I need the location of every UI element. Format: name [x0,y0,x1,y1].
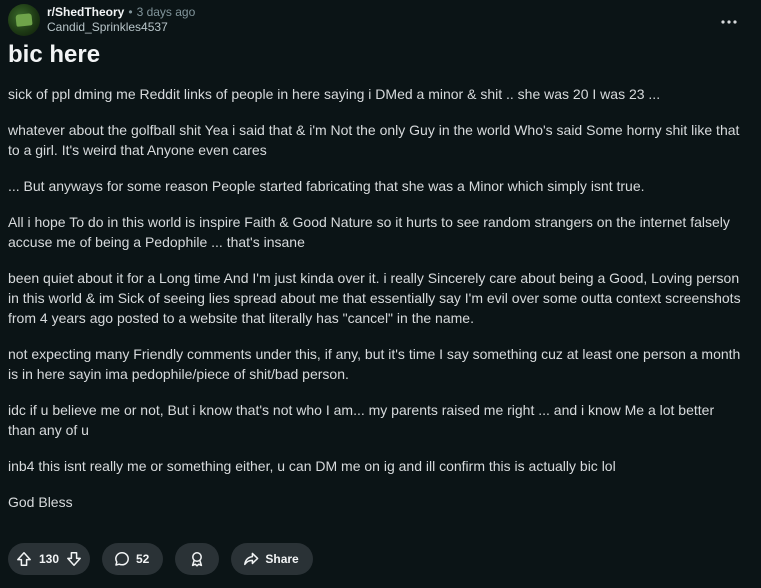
more-options-button[interactable] [713,8,745,36]
award-button[interactable] [175,543,220,575]
post-action-bar: 130 52 Share [8,543,313,575]
award-icon [189,551,205,567]
share-label: Share [265,552,299,566]
subreddit-avatar[interactable] [8,4,40,36]
share-arrow-icon [243,551,259,567]
post-meta: r/ShedTheory • 3 days ago Candid_Sprinkl… [47,5,195,35]
downvote-arrow-icon [67,552,81,566]
post-paragraph: All i hope To do in this world is inspir… [8,214,730,250]
upvote-arrow-icon [17,552,31,566]
author-link[interactable]: Candid_Sprinkles4537 [47,20,195,35]
comment-bubble-icon [114,551,130,567]
post-meta-top: r/ShedTheory • 3 days ago [47,5,195,20]
upvote-button[interactable] [12,547,36,571]
post-paragraph: been quiet about it for a Long time And … [8,270,741,326]
meta-separator: • [128,5,133,19]
post-header: r/ShedTheory • 3 days ago Candid_Sprinkl… [8,4,195,36]
downvote-button[interactable] [62,547,86,571]
vote-score: 130 [38,552,60,566]
comment-count: 52 [136,552,150,566]
post-paragraph: whatever about the golfball shit Yea i s… [8,122,740,158]
vote-control: 130 [8,543,90,575]
post-paragraph: sick of ppl dming me Reddit links of peo… [8,86,661,102]
post-paragraph: idc if u believe me or not, But i know t… [8,402,715,438]
more-options-icon [721,20,737,24]
post-paragraph: not expecting many Friendly comments und… [8,346,741,382]
share-button[interactable]: Share [231,543,313,575]
post-paragraph: ... But anyways for some reason People s… [8,178,645,194]
post-title: bic here [8,41,101,68]
comments-button[interactable]: 52 [102,543,164,575]
post-body: sick of ppl dming me Reddit links of peo… [8,84,743,528]
post-timestamp: 3 days ago [136,5,196,19]
post-paragraph: God Bless [8,494,73,510]
subreddit-link[interactable]: r/ShedTheory [47,5,124,20]
post-paragraph: inb4 this isnt really me or something ei… [8,458,616,474]
post-card: r/ShedTheory • 3 days ago Candid_Sprinkl… [0,0,761,588]
